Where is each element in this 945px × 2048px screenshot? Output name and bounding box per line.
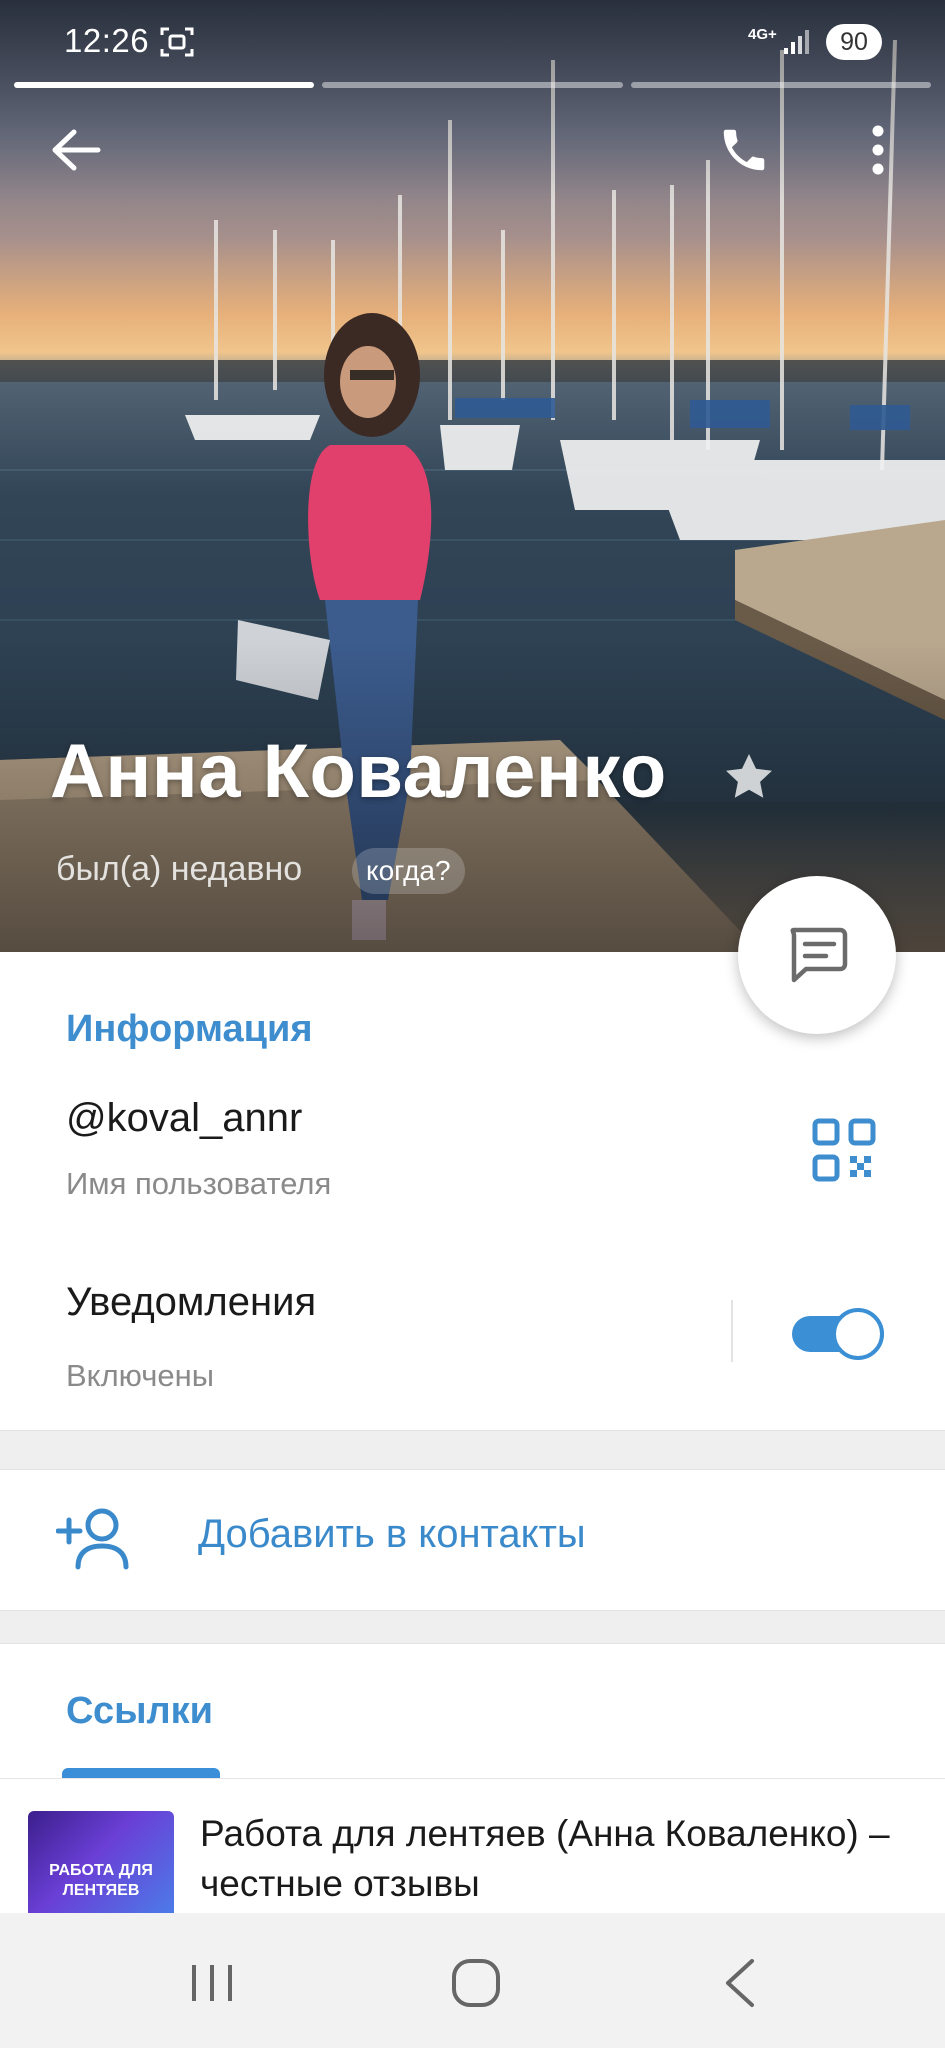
story-progress-bar [14,82,931,88]
status-time: 12:26 [64,22,150,59]
phone-icon [723,129,765,171]
call-button[interactable] [708,114,780,186]
battery-indicator: 90 [826,24,882,60]
username-caption: Имя пользователя [66,1166,332,1201]
home-icon[interactable] [446,1953,506,2013]
star-icon[interactable] [720,748,778,806]
chevron-left-icon[interactable] [712,1953,772,2013]
last-seen-status: был(а) недавно [56,850,303,888]
qr-code-icon[interactable] [812,1118,876,1182]
more-vertical-icon [872,125,884,175]
status-bar: 12:26 4G+ 90 [0,0,945,80]
links-section-title: Ссылки [66,1690,214,1732]
add-to-contacts-button[interactable]: Добавить в контакты [0,1470,945,1610]
divider [731,1300,733,1362]
system-navigation-bar [0,1913,945,2048]
story-segment [322,82,623,88]
section-divider [0,1430,945,1470]
notifications-label[interactable]: Уведомления [66,1280,316,1325]
when-button[interactable]: когда? [352,848,465,894]
story-segment [14,82,315,88]
network-type: 4G+ [748,26,777,43]
profile-name: Анна Коваленко [50,729,667,814]
link-title: Работа для лентяев (Анна Коваленко) – че… [200,1813,890,1904]
screenshot-icon [160,27,194,57]
recents-icon[interactable] [182,1953,242,2013]
toggle-knob [832,1308,884,1360]
link-item[interactable]: РАБОТА ДЛЯ ЛЕНТЯЕВ Работа для лентяев (А… [0,1778,945,1914]
username-value[interactable]: @koval_annr [66,1096,302,1141]
tab-indicator [62,1768,220,1778]
back-button[interactable] [40,114,112,186]
message-button[interactable] [738,876,896,1034]
add-to-contacts-label: Добавить в контакты [198,1512,586,1556]
signal-icon [784,30,809,54]
notifications-state: Включены [66,1358,215,1393]
arrow-left-icon [52,129,101,171]
info-section-title: Информация [66,1008,313,1050]
link-thumbnail: РАБОТА ДЛЯ ЛЕНТЯЕВ [28,1811,174,1914]
notifications-toggle[interactable] [790,1304,886,1360]
story-segment [630,82,931,88]
more-options-button[interactable] [842,114,914,186]
add-user-icon [56,1508,129,1570]
thumbnail-caption: РАБОТА ДЛЯ ЛЕНТЯЕВ [49,1862,153,1899]
section-divider [0,1610,945,1644]
message-icon [790,927,848,983]
